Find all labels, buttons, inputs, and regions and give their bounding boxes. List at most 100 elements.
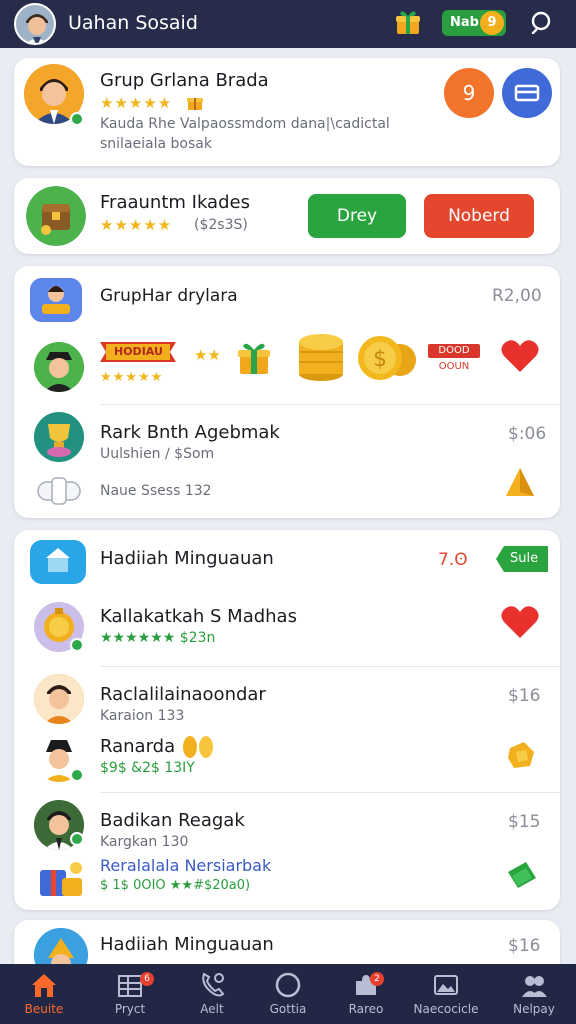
group-prize-card: GrupHar drylara R2,00 HODIAU ★★★★★ ★★ $ …: [14, 266, 560, 518]
rating-stars: ★★★★★: [100, 216, 173, 234]
gift-icon: [186, 94, 204, 110]
nav-item-home[interactable]: Beuite: [8, 964, 80, 1024]
online-badge: [70, 638, 84, 652]
list-item-price: $15: [508, 812, 541, 832]
group-icon: [30, 278, 82, 322]
price-note: ($2s3S): [194, 217, 248, 233]
nav-item-call[interactable]: Aelt: [176, 964, 248, 1024]
ribbon-label: HODIAU: [114, 345, 163, 358]
coin-count: 9: [480, 11, 504, 35]
group-description: Kauda Rhe Valpaossmdom dana|\cadictal: [100, 116, 390, 132]
app-title: Uahan Sosaid: [68, 12, 198, 34]
buy-button[interactable]: Drey: [308, 194, 406, 238]
list-item-name: Badikan Reagak: [100, 810, 245, 831]
row-divider: [100, 404, 560, 405]
row-divider: [100, 666, 560, 667]
list-item-name: Reralalala Nersiarbak: [100, 856, 272, 875]
circle-icon: [274, 971, 302, 999]
list-item-sub: Kargkan 130: [100, 834, 189, 850]
nav-label: Aelt: [200, 1002, 224, 1016]
group-card[interactable]: Grup Grlana Brada ★★★★★ Kauda Rhe Valpao…: [14, 58, 560, 166]
nav-badge: 6: [140, 972, 154, 986]
online-badge: [70, 768, 84, 782]
people-icon: [520, 971, 548, 999]
item-name: Rark Bnth Agebmak: [100, 422, 280, 443]
coin-stack-icon: [296, 330, 346, 382]
list-item-sub: ★★★★★★ $23n: [100, 630, 216, 646]
list-item-sub: $9$ &2$ 13IY: [100, 760, 195, 776]
like-heart-icon[interactable]: [500, 338, 540, 374]
item-subtitle: Uulshien ∕ $Som: [100, 446, 215, 462]
nav-label: Pryct: [114, 1002, 146, 1016]
nav-item-people[interactable]: Nelpay: [498, 964, 570, 1024]
trophy-avatar: [34, 412, 84, 462]
pyramid-icon: [504, 466, 536, 500]
weekly-prize-card: Hadiiah Minguauan 7.ʘ Sule Kallakatkah S…: [14, 530, 560, 910]
list-item-name: Ranarda: [100, 736, 176, 757]
nav-label: Nelpay: [513, 1002, 555, 1016]
nav-label: Gottia: [269, 1002, 307, 1016]
gallery-icon: [432, 971, 460, 999]
nav-item-circle[interactable]: Gottia: [252, 964, 324, 1024]
coin-balance-label: Nab: [450, 15, 479, 30]
treasure-avatar: [26, 186, 86, 246]
coins-icon: [178, 734, 218, 760]
coin-balance-button[interactable]: Nab 9: [442, 10, 506, 36]
list-item-name: Raclalilainaoondar: [100, 684, 266, 705]
card-price: $16: [508, 936, 541, 956]
rating-stars: ★★★★★: [100, 370, 164, 385]
gold-coins-icon: $: [354, 332, 420, 386]
nav-label: Naecocicle: [413, 1002, 479, 1016]
gift-boxes-icon: [36, 856, 86, 900]
nav-item-project[interactable]: 6 Pryct: [94, 964, 166, 1024]
tag-sub: OOUN: [438, 361, 470, 372]
home-icon: [30, 971, 58, 999]
coupon-tag: DOOD OOUN: [428, 344, 480, 376]
top-bar: Uahan Sosaid Nab 9: [0, 0, 576, 48]
svg-text:$: $: [373, 347, 387, 372]
nav-label: Beuite: [24, 1002, 64, 1016]
gift-box-icon: [234, 338, 274, 378]
row-divider: [100, 792, 560, 793]
like-heart-icon[interactable]: [500, 604, 540, 640]
phone-icon: [198, 971, 226, 999]
sale-badge-label: Sule: [510, 551, 539, 566]
gift-icon[interactable]: [394, 8, 422, 36]
list-item-sub: $ 1$ 0OIO ★★#$20a0): [100, 878, 251, 893]
group-description-cont: snilaeiala bosak: [100, 136, 212, 152]
wallet-button[interactable]: [502, 68, 552, 118]
tag-label: DOOD: [428, 344, 480, 358]
toggle-switch-icon[interactable]: [36, 476, 82, 506]
nav-label: Rareo: [348, 1002, 384, 1016]
sale-badge[interactable]: Sule: [496, 546, 548, 572]
offer-name: Fraauntm Ikades: [100, 192, 250, 213]
item-note: Naue Ssess 132: [100, 483, 212, 499]
weekly-prize-icon: [30, 540, 86, 584]
search-icon[interactable]: [530, 10, 554, 35]
card-title: GrupHar drylara: [100, 286, 238, 306]
coin-action-button[interactable]: 9: [444, 68, 494, 118]
nav-badge: 2: [370, 972, 384, 986]
card-price: R2,00: [492, 286, 542, 306]
online-badge: [70, 112, 84, 126]
profile-avatar[interactable]: [14, 3, 56, 45]
offer-card[interactable]: Fraauntm Ikades ★★★★★ ($2s3S) Drey Nober…: [14, 178, 560, 254]
redeem-button[interactable]: Noberd: [424, 194, 534, 238]
nav-item-gallery[interactable]: Naecocicle: [410, 964, 482, 1024]
bottom-nav: Beuite 6 Pryct Aelt Gottia 2 Rareo Naeco…: [0, 964, 576, 1024]
gold-nugget-icon: [504, 738, 538, 772]
list-item-price: $16: [508, 686, 541, 706]
card-title: Hadiiah Minguauan: [100, 548, 274, 569]
countdown-value: 7.ʘ: [438, 550, 468, 570]
ribbon-banner: HODIAU: [100, 338, 176, 366]
player-avatar: [34, 674, 84, 724]
nav-item-rareo[interactable]: 2 Rareo: [330, 964, 402, 1024]
card-title: Hadiiah Minguauan: [100, 934, 274, 955]
item-price: $:06: [508, 424, 547, 444]
list-item-sub: Karaion 133: [100, 708, 185, 724]
list-item-name: Kallakatkah S Madhas: [100, 606, 297, 627]
cash-icon: [504, 858, 540, 894]
rating-stars: ★★★★★: [100, 94, 173, 112]
player-avatar: [34, 342, 84, 392]
group-name: Grup Grlana Brada: [100, 70, 269, 91]
